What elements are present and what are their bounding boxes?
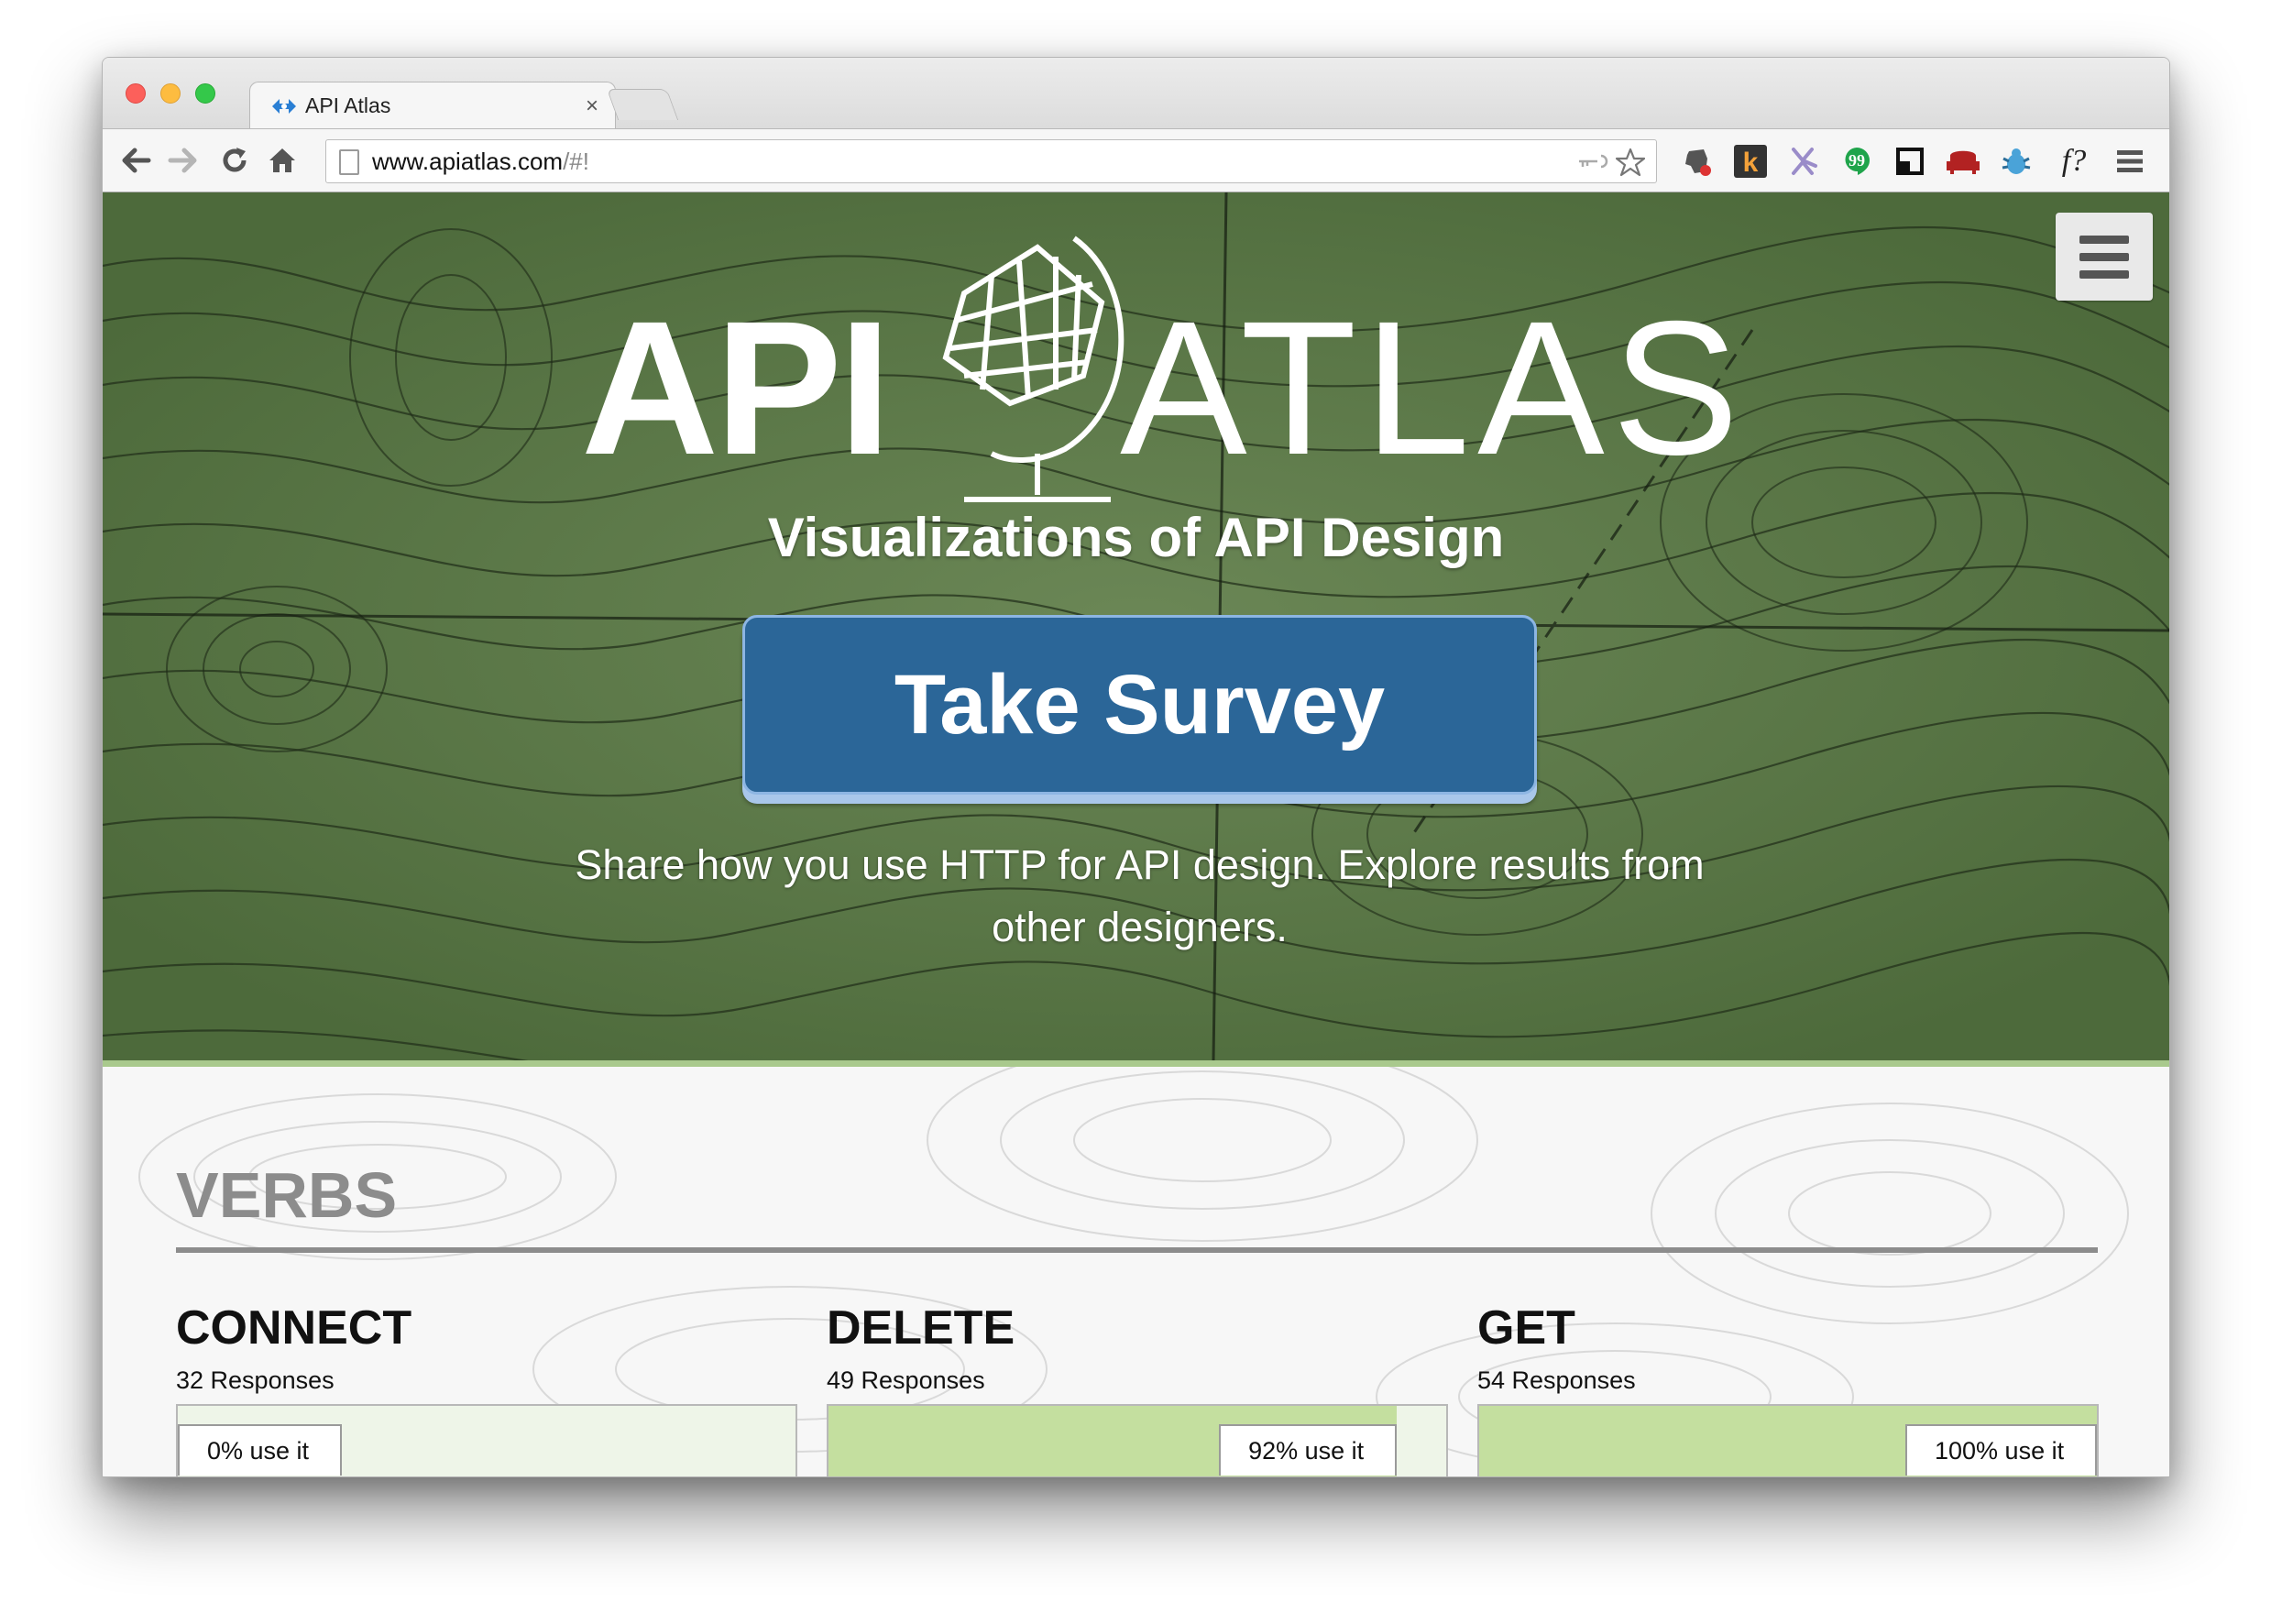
k-icon[interactable]: k xyxy=(1732,143,1769,180)
minimize-window-button[interactable] xyxy=(160,83,181,104)
hero-divider xyxy=(103,1060,2169,1067)
logo-atlas-text: ATLAS xyxy=(1120,282,1747,495)
tab-api-atlas[interactable]: API Atlas × xyxy=(249,82,616,129)
page-viewport: API ATLAS Visualizations of API Design T… xyxy=(103,192,2169,1476)
verb-response-count: 54 Responses xyxy=(1477,1366,1636,1394)
verb-card-get[interactable]: GET 54 Responses 100% use it xyxy=(1477,1300,2099,1476)
forward-button[interactable] xyxy=(165,142,202,179)
browser-window: API Atlas × www.apiatlas.com/#! k 99 f? … xyxy=(102,57,2170,1477)
logo-api-text: API xyxy=(581,282,892,495)
font-icon[interactable]: f? xyxy=(2051,143,2097,180)
globe-logo-icon xyxy=(942,236,1125,502)
verb-name: CONNECT xyxy=(176,1301,412,1355)
verb-name: GET xyxy=(1477,1301,1575,1355)
section-divider xyxy=(176,1247,2098,1253)
verb-usage-bar: 92% use it xyxy=(827,1404,1448,1476)
new-tab-button[interactable] xyxy=(606,89,679,120)
verb-response-count: 49 Responses xyxy=(827,1366,985,1394)
close-window-button[interactable] xyxy=(126,83,146,104)
reload-button[interactable] xyxy=(216,142,253,179)
hamburger-line xyxy=(2079,235,2129,244)
verb-response-count: 32 Responses xyxy=(176,1366,335,1394)
take-survey-button[interactable]: Take Survey xyxy=(742,615,1537,795)
home-icon xyxy=(269,148,295,172)
font-ext-label: f? xyxy=(2061,144,2087,178)
verb-card-delete[interactable]: DELETE 49 Responses 92% use it xyxy=(827,1300,1448,1476)
page-icon xyxy=(339,149,359,175)
bug-icon[interactable] xyxy=(1998,143,2035,180)
hamburger-line xyxy=(2079,252,2129,261)
favicon-icon xyxy=(272,98,296,114)
hamburger-line xyxy=(2079,269,2129,279)
site-menu-button[interactable] xyxy=(2056,213,2153,301)
tab-close-icon[interactable]: × xyxy=(586,93,598,119)
verb-usage-label: 100% use it xyxy=(1905,1424,2097,1476)
tab-title: API Atlas xyxy=(305,93,391,117)
verb-name: DELETE xyxy=(827,1301,1015,1355)
hangouts-icon[interactable]: 99 xyxy=(1838,143,1875,180)
reload-icon xyxy=(223,148,247,172)
verb-usage-label: 0% use it xyxy=(178,1424,343,1476)
url-host: www.apiatlas.com xyxy=(372,147,564,175)
evernote-icon[interactable] xyxy=(1679,143,1716,180)
key-icon[interactable] xyxy=(1577,151,1610,171)
chrome-menu-icon[interactable] xyxy=(2112,143,2148,180)
hero-section: API ATLAS Visualizations of API Design T… xyxy=(103,192,2169,1060)
url-path: /#! xyxy=(563,147,589,175)
back-arrow-icon xyxy=(122,148,151,173)
hero-description: Share how you use HTTP for API design. E… xyxy=(575,841,1705,950)
verb-usage-bar: 100% use it xyxy=(1477,1404,2099,1476)
zoom-window-button[interactable] xyxy=(195,83,215,104)
back-button[interactable] xyxy=(117,142,154,179)
tab-bar: API Atlas × xyxy=(103,58,2169,129)
puzzle-icon[interactable] xyxy=(1785,143,1822,180)
verb-usage-label: 92% use it xyxy=(1219,1424,1398,1476)
svg-text:k: k xyxy=(1743,148,1759,178)
address-bar[interactable]: www.apiatlas.com/#! xyxy=(325,139,1657,183)
verb-card-connect[interactable]: CONNECT 32 Responses 0% use it xyxy=(176,1300,797,1476)
bookmark-star-icon[interactable] xyxy=(1616,148,1645,177)
window-icon[interactable] xyxy=(1892,143,1928,180)
sofa-icon[interactable] xyxy=(1945,143,1981,180)
section-title: VERBS xyxy=(176,1159,398,1231)
browser-toolbar: www.apiatlas.com/#! k 99 f? xyxy=(103,128,2169,192)
forward-arrow-icon xyxy=(168,148,197,173)
home-button[interactable] xyxy=(264,142,301,179)
verbs-section: VERBS CONNECT 32 Responses 0% use it DEL… xyxy=(103,1067,2169,1476)
svg-text:99: 99 xyxy=(1849,151,1865,170)
tagline: Visualizations of API Design xyxy=(767,507,1505,568)
verb-usage-bar: 0% use it xyxy=(176,1404,797,1476)
